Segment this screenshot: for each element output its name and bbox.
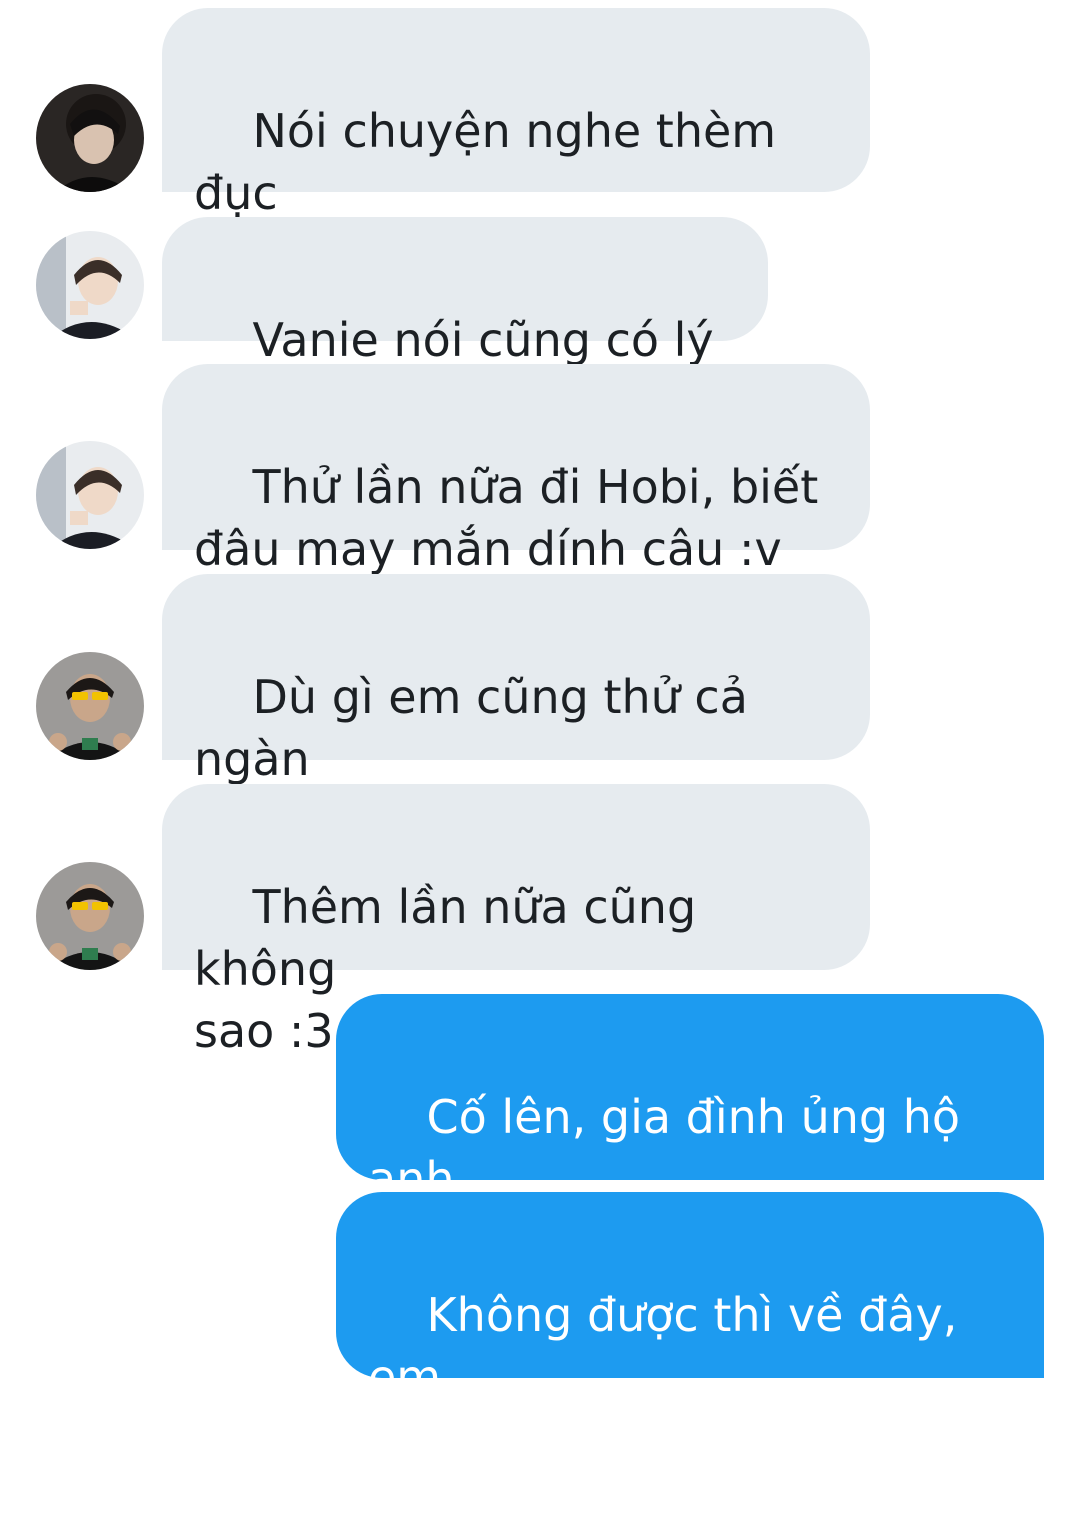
avatar-image [36,84,144,192]
message-bubble-outgoing[interactable]: Cố lên, gia đình ủng hộ anh [336,994,1044,1333]
avatar-image [36,231,144,339]
avatar[interactable] [36,652,144,760]
message-bubble-incoming[interactable]: Vanie nói cũng có lý đó [162,217,768,429]
message-bubble-incoming[interactable]: Thêm lần nữa cũng không sao :3 [162,784,870,1058]
message-text: Thử lần nữa đi Hobi, biết đâu may mắn dí… [194,460,819,576]
avatar-image [36,862,144,970]
message-text: Không được thì về đây, em dần đầu cậu ta… [368,1288,958,1466]
message-bubble-incoming[interactable]: Thử lần nữa đi Hobi, biết đâu may mắn dí… [162,364,870,576]
avatar[interactable] [36,862,144,970]
avatar[interactable] [36,441,144,549]
avatar[interactable] [36,84,144,192]
message-bubble-incoming[interactable]: Dù gì em cũng thử cả ngàn lần rồi [162,574,870,848]
avatar[interactable] [36,231,144,339]
message-bubble-incoming[interactable]: Nói chuyện nghe thèm đục dzô cái cục cổ … [162,8,870,282]
message-text: Cố lên, gia đình ủng hộ anh [368,1090,975,1206]
avatar-image [36,441,144,549]
avatar-image [36,652,144,760]
message-bubble-outgoing[interactable]: Không được thì về đây, em dần đầu cậu ta… [336,1192,1044,1466]
